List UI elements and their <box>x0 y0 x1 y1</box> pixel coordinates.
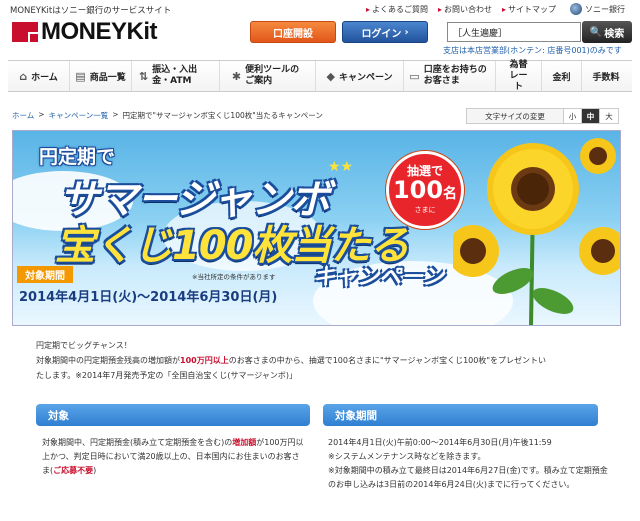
faq-link[interactable]: ▸ よくあるご質問 <box>366 4 428 15</box>
nav-item-campaign[interactable]: ◆ キャンペーン <box>316 61 404 91</box>
font-size-small-button[interactable]: 小 <box>564 109 582 123</box>
star-icon: ★★ <box>328 159 354 175</box>
site-logo[interactable]: MONEYKit <box>12 18 158 45</box>
nav-item-products[interactable]: ▤ 商品一覧 <box>70 61 132 91</box>
arrow-icon: ▸ <box>502 5 507 14</box>
intro-text: 円定期でビッグチャンス！ 対象期間中の円定期預金残高の増加額が100万円以上のお… <box>36 341 547 380</box>
transfer-icon: ⇅ <box>138 69 149 83</box>
branch-info: 支店は本店営業部(ホンテン: 店番号001)のみです <box>443 46 622 55</box>
nav-item-account[interactable]: ▭ 口座をお持ちのお客さま <box>404 61 496 91</box>
search-icon: 🔍 <box>589 26 603 38</box>
breadcrumb-current: 円定期で"サマージャンボ宝くじ100枚"当たるキャンペーン <box>122 111 323 120</box>
banner-line1: 円定期で <box>39 146 116 168</box>
open-account-button[interactable]: 口座開設 <box>250 21 336 43</box>
font-size-switcher: 文字サイズの変更 小 中 大 <box>466 108 619 124</box>
font-size-label: 文字サイズの変更 <box>467 109 564 123</box>
tag-icon: ◆ <box>326 69 335 83</box>
home-icon: ⌂ <box>19 69 28 83</box>
sony-bank-icon <box>570 3 582 15</box>
main-nav: ⌂ ホーム ▤ 商品一覧 ⇅ 振込・入出金・ATM ✱ 便利ツールのご案内 ◆ … <box>8 60 632 92</box>
sunflower-head <box>579 227 620 275</box>
period-note: ※当社所定の条件があります <box>192 273 276 281</box>
section-period-heading: 対象期間 <box>323 404 598 426</box>
prize-badge: 抽選で 100名 さまに <box>386 151 464 229</box>
breadcrumb-home[interactable]: ホーム <box>12 110 34 121</box>
nav-item-home[interactable]: ⌂ ホーム <box>8 61 70 91</box>
login-button[interactable]: ログイン › <box>342 21 428 43</box>
search-button[interactable]: 🔍 検索 <box>582 21 632 43</box>
section-period-body: 2014年4月1日(火)午前0:00～2014年6月30日(月)午後11:59 … <box>328 438 608 489</box>
arrow-icon: ▸ <box>438 5 443 14</box>
period-dates: 2014年4月1日(火)～2014年6月30日(月) <box>19 290 278 305</box>
chevron-right-icon: › <box>404 26 409 38</box>
banner-period: 対象期間 ※当社所定の条件があります 2014年4月1日(火)～2014年6月3… <box>17 266 307 322</box>
sony-bank-link[interactable]: ソニー銀行 <box>570 3 625 15</box>
sunflower-head <box>487 143 579 235</box>
font-size-large-button[interactable]: 大 <box>600 109 618 123</box>
breadcrumb: ホーム > キャンペーン一覧 > 円定期で"サマージャンボ宝くじ100枚"当たる… <box>12 110 323 121</box>
breadcrumb-campaigns[interactable]: キャンペーン一覧 <box>49 110 109 121</box>
document-icon: ▤ <box>75 69 86 83</box>
nav-item-transfer[interactable]: ⇅ 振込・入出金・ATM <box>132 61 220 91</box>
logo-text: MONEYKit <box>41 18 158 45</box>
site-header: MONEYKitはソニー銀行のサービスサイト MONEYKit ▸ よくあるご質問… <box>0 0 640 60</box>
nav-item-interest[interactable]: 金利 <box>542 61 582 91</box>
breadcrumb-separator: > <box>38 110 45 119</box>
campaign-banner: 円定期で ★★ サマージャンボ 宝くじ100枚当たる キャンペーン 抽選で 10… <box>12 130 621 326</box>
font-size-medium-button[interactable]: 中 <box>582 109 600 123</box>
breadcrumb-separator: > <box>112 110 119 119</box>
search-input[interactable]: ［人生遍慶］ <box>447 22 581 42</box>
nav-item-fees[interactable]: 手数料 <box>582 61 630 91</box>
nav-item-tools[interactable]: ✱ 便利ツールのご案内 <box>220 61 316 91</box>
sitemap-link[interactable]: ▸ サイトマップ <box>502 4 556 15</box>
period-label: 対象期間 <box>17 266 73 283</box>
tagline: MONEYKitはソニー銀行のサービスサイト <box>10 6 172 16</box>
contact-link[interactable]: ▸ お問い合わせ <box>438 4 492 15</box>
arrow-icon: ▸ <box>366 5 371 14</box>
section-target-heading: 対象 <box>36 404 310 426</box>
logo-mark <box>12 22 40 44</box>
sunflower-head <box>453 225 499 277</box>
top-links: ▸ よくあるご質問 ▸ お問い合わせ ▸ サイトマップ <box>366 4 556 15</box>
sunflower-head <box>580 138 616 174</box>
account-icon: ▭ <box>409 69 420 83</box>
sunflower-illustration <box>453 138 620 325</box>
section-target-body: 対象期間中、円定期預金(積み立て定期預金を含む)の増加額が100万円以上かつ、判… <box>42 438 304 475</box>
banner-line4: キャンペーン <box>313 265 444 290</box>
nav-item-rates[interactable]: 為替レート <box>496 60 542 92</box>
tools-icon: ✱ <box>231 69 242 83</box>
